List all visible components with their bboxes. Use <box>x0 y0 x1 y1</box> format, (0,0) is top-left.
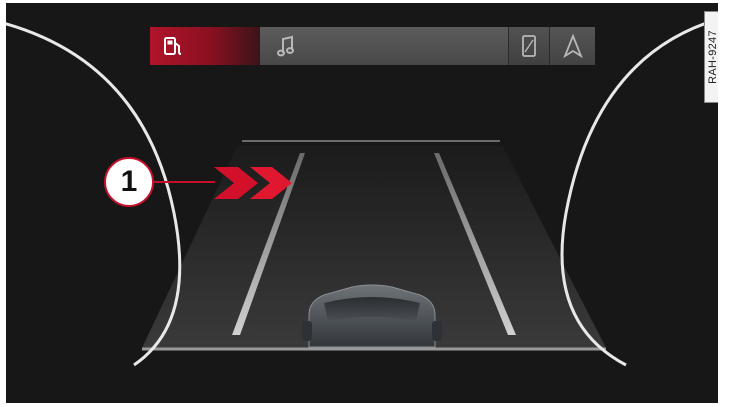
callout-label: 1 <box>120 165 138 198</box>
function-tab-bar <box>150 27 595 65</box>
figure-reference-code: RAH-9247 <box>706 30 719 84</box>
fuel-pump-icon <box>164 37 182 55</box>
callout-leader-line <box>153 181 215 183</box>
instrument-cluster-display: RAH-9247 1 <box>6 3 718 403</box>
tab-music[interactable] <box>259 27 509 65</box>
tab-fuel[interactable] <box>150 27 260 65</box>
tab-navigation[interactable] <box>549 27 595 65</box>
left-gauge-arc <box>6 22 182 367</box>
callout-marker: 1 <box>104 157 154 207</box>
music-note-icon <box>276 35 294 57</box>
tab-phone[interactable] <box>508 27 550 65</box>
navigation-arrow-icon <box>562 34 583 58</box>
phone-icon <box>522 35 537 57</box>
figure-reference-tag: RAH-9247 <box>704 11 718 103</box>
